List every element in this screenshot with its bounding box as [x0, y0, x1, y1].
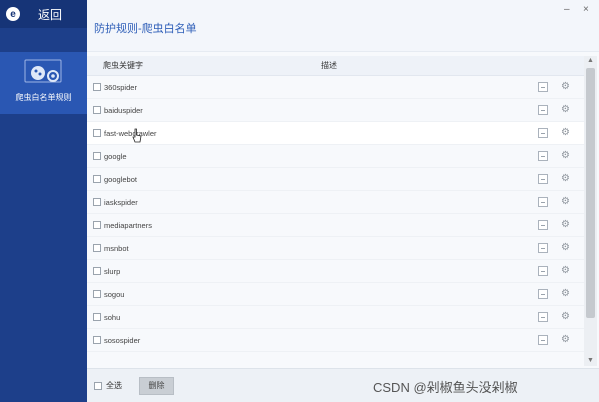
table-row[interactable]: sohu ⚙ [87, 306, 584, 329]
table-row[interactable]: iaskspider ⚙ [87, 191, 584, 214]
gear-icon[interactable]: ⚙ [561, 241, 570, 255]
crawler-list: 360spider ⚙ baiduspider ⚙ fast-webcrawler ⚙ go… [87, 76, 584, 366]
row-checkbox[interactable] [93, 267, 101, 275]
crawler-keyword: msnbot [104, 243, 129, 253]
row-checkbox[interactable] [93, 336, 101, 344]
table-row[interactable]: sosospider ⚙ [87, 329, 584, 352]
gear-icon[interactable]: ⚙ [561, 126, 570, 140]
table-row[interactable]: sogou ⚙ [87, 283, 584, 306]
row-checkbox[interactable] [93, 152, 101, 160]
crawler-keyword: sogou [104, 289, 125, 299]
row-checkbox[interactable] [93, 129, 101, 137]
table-row[interactable]: mediapartners ⚙ [87, 214, 584, 237]
edit-icon[interactable] [538, 266, 548, 276]
main-panel: 防护规则-爬虫白名单 – × 爬虫关键字 描述 360spider ⚙ baidus… [87, 0, 599, 402]
table-row[interactable]: 360spider ⚙ [87, 76, 584, 99]
edit-icon[interactable] [538, 243, 548, 253]
delete-button[interactable]: 删除 [139, 376, 174, 395]
back-bar[interactable]: e 返回 [0, 0, 87, 28]
crawler-keyword: sohu [104, 312, 121, 322]
gear-icon[interactable]: ⚙ [561, 103, 570, 117]
row-checkbox[interactable] [93, 313, 101, 321]
gear-icon[interactable]: ⚙ [561, 172, 570, 186]
gear-icon[interactable]: ⚙ [561, 80, 570, 94]
back-button[interactable]: 返回 [38, 6, 62, 23]
crawler-keyword: googlebot [104, 174, 137, 184]
minimize-icon[interactable]: – [564, 4, 570, 15]
footer-bar: 全选 删除 CSDN @剁椒鱼头没剁椒 [87, 368, 599, 402]
edit-icon[interactable] [538, 220, 548, 230]
gear-icon[interactable]: ⚙ [561, 195, 570, 209]
gear-icon[interactable]: ⚙ [561, 310, 570, 324]
scroll-down-icon[interactable]: ▼ [584, 356, 597, 366]
crawler-keyword: 360spider [104, 82, 137, 92]
row-checkbox[interactable] [93, 83, 101, 91]
table-row[interactable]: googlebot ⚙ [87, 168, 584, 191]
row-checkbox[interactable] [93, 198, 101, 206]
edit-icon[interactable] [538, 289, 548, 299]
watermark: CSDN @剁椒鱼头没剁椒 [373, 380, 518, 395]
gear-icon[interactable]: ⚙ [561, 287, 570, 301]
edit-icon[interactable] [538, 82, 548, 92]
column-header-keyword: 爬虫关键字 [103, 61, 143, 70]
sidebar-item-crawler-whitelist[interactable]: 爬虫白名单规则 [0, 52, 87, 114]
page-title: 防护规则-爬虫白名单 [94, 23, 197, 35]
mouse-cursor-icon [132, 128, 142, 143]
edit-icon[interactable] [538, 151, 548, 161]
crawler-keyword: google [104, 151, 127, 161]
scrollbar-thumb[interactable] [586, 68, 595, 318]
select-all-label[interactable]: 全选 [106, 380, 122, 391]
edit-icon[interactable] [538, 128, 548, 138]
crawler-keyword: slurp [104, 266, 121, 276]
app-logo-icon: e [6, 7, 20, 21]
table-row[interactable]: slurp ⚙ [87, 260, 584, 283]
table-header: 爬虫关键字 描述 [87, 56, 584, 76]
sidebar-item-label: 爬虫白名单规则 [15, 93, 72, 102]
scrollbar[interactable]: ▲ ▼ [584, 56, 597, 366]
edit-icon[interactable] [538, 335, 548, 345]
row-checkbox[interactable] [93, 221, 101, 229]
gear-icon[interactable]: ⚙ [561, 333, 570, 347]
edit-icon[interactable] [538, 312, 548, 322]
gear-icon[interactable]: ⚙ [561, 149, 570, 163]
crawler-keyword: iaskspider [104, 197, 138, 207]
table-row[interactable]: baiduspider ⚙ [87, 99, 584, 122]
row-checkbox[interactable] [93, 290, 101, 298]
row-checkbox[interactable] [93, 106, 101, 114]
gear-icon[interactable]: ⚙ [561, 218, 570, 232]
scroll-up-icon[interactable]: ▲ [584, 56, 597, 66]
close-icon[interactable]: × [583, 4, 589, 15]
crawler-keyword: mediapartners [104, 220, 152, 230]
row-checkbox[interactable] [93, 175, 101, 183]
table-row[interactable]: msnbot ⚙ [87, 237, 584, 260]
crawler-keyword: sosospider [104, 335, 141, 345]
edit-icon[interactable] [538, 197, 548, 207]
bug-gear-icon [24, 59, 61, 83]
select-all-checkbox[interactable] [94, 381, 102, 390]
crawler-keyword: baiduspider [104, 105, 143, 115]
gear-icon[interactable]: ⚙ [561, 264, 570, 278]
table-row[interactable]: fast-webcrawler ⚙ [87, 122, 584, 145]
table-row[interactable]: google ⚙ [87, 145, 584, 168]
edit-icon[interactable] [538, 105, 548, 115]
edit-icon[interactable] [538, 174, 548, 184]
row-checkbox[interactable] [93, 244, 101, 252]
panel-header: 防护规则-爬虫白名单 – × [87, 0, 599, 52]
column-header-description: 描述 [321, 61, 337, 70]
sidebar: e 返回 爬虫白名单规则 [0, 0, 87, 402]
